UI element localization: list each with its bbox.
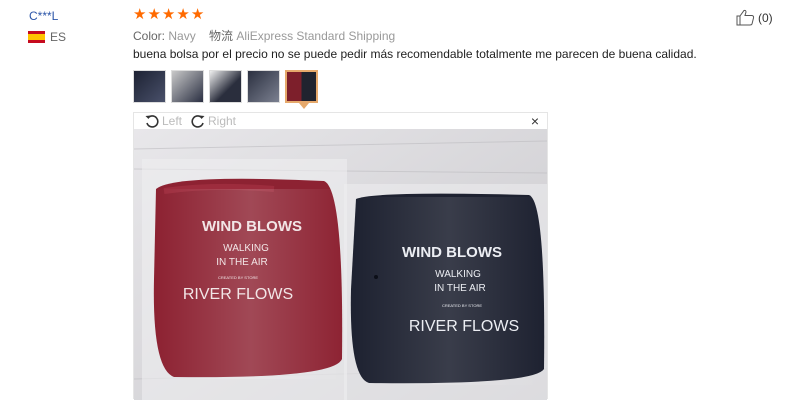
photo-thumbnail-4[interactable] bbox=[247, 70, 280, 103]
country-code: ES bbox=[50, 30, 67, 44]
rotate-left-icon bbox=[145, 115, 159, 128]
rotate-right-label: Right bbox=[208, 114, 237, 128]
bag-right-line3: IN THE AIR bbox=[434, 283, 486, 294]
bag-right-small: CREATED BY STORE bbox=[442, 303, 482, 308]
rotate-right-icon bbox=[191, 115, 205, 128]
bag-left-line2: WALKING bbox=[223, 243, 269, 254]
like-count: (0) bbox=[758, 10, 773, 25]
order-info: Color: Navy 物流 AliExpress Standard Shipp… bbox=[133, 27, 395, 44]
rotate-left-label: Left bbox=[162, 114, 183, 128]
viewer-toolbar: Left Right × bbox=[134, 113, 547, 129]
bag-left-line3: IN THE AIR bbox=[216, 257, 268, 268]
bag-right-line2: WALKING bbox=[435, 269, 481, 280]
spain-flag-icon bbox=[28, 31, 45, 43]
navy-bag: WIND BLOWS WALKING IN THE AIR CREATED BY… bbox=[350, 193, 545, 385]
bag-left-line1: WIND BLOWS bbox=[202, 218, 302, 235]
bag-right-line1: WIND BLOWS bbox=[402, 244, 502, 261]
close-viewer-button[interactable]: × bbox=[531, 113, 539, 129]
rotate-left-button[interactable]: Left bbox=[144, 113, 182, 129]
review-text: buena bolsa por el precio no se puede pe… bbox=[133, 47, 697, 61]
review-photo-thumbnails bbox=[133, 70, 318, 109]
bag-left-small: CREATED BY STORE bbox=[218, 275, 258, 280]
star-icon: ★ bbox=[147, 6, 161, 23]
star-rating: ★ ★ ★ ★ ★ bbox=[133, 7, 204, 23]
star-icon: ★ bbox=[133, 6, 147, 23]
photo-thumbnail-2[interactable] bbox=[171, 70, 204, 103]
bags-photo-image: WIND BLOWS WALKING IN THE AIR CREATED BY… bbox=[134, 129, 547, 400]
color-value: Navy bbox=[168, 29, 196, 43]
photo-viewer: Left Right × WIND BLOWS WALKING IN THE A… bbox=[133, 112, 548, 400]
star-icon: ★ bbox=[190, 6, 205, 23]
bag-left-line4: RIVER FLOWS bbox=[183, 286, 293, 303]
helpful-like-button[interactable]: (0) bbox=[736, 9, 773, 26]
shipping-label: 物流 bbox=[209, 29, 234, 43]
bag-right-line4: RIVER FLOWS bbox=[409, 318, 519, 335]
reviewer-name: C***L bbox=[29, 9, 59, 23]
reviewer-country: ES bbox=[28, 30, 66, 44]
star-icon: ★ bbox=[176, 6, 190, 23]
shipping-value: AliExpress Standard Shipping bbox=[236, 29, 396, 43]
thumbs-up-icon bbox=[736, 9, 755, 26]
red-bag: WIND BLOWS WALKING IN THE AIR CREATED BY… bbox=[153, 178, 346, 379]
color-label: Color: bbox=[133, 29, 166, 43]
review-photo: WIND BLOWS WALKING IN THE AIR CREATED BY… bbox=[134, 129, 547, 400]
star-icon: ★ bbox=[161, 6, 176, 23]
rotate-right-button[interactable]: Right bbox=[190, 113, 236, 129]
photo-thumbnail-1[interactable] bbox=[133, 70, 166, 103]
photo-thumbnail-3[interactable] bbox=[209, 70, 242, 103]
photo-thumbnail-5[interactable] bbox=[285, 70, 318, 109]
